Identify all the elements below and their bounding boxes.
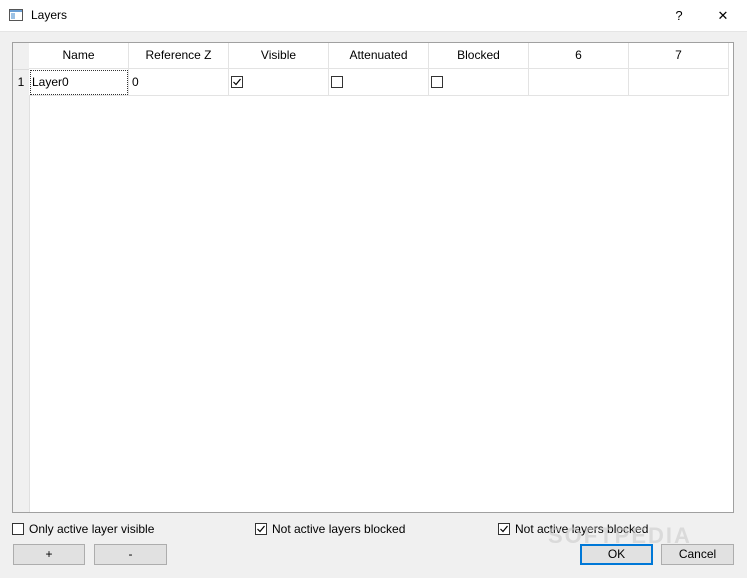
cell-6[interactable] [529,69,629,96]
not-active-layers-blocked-checkbox[interactable] [255,523,267,535]
layers-table: Name Reference Z Visible Attenuated Bloc… [12,42,734,513]
column-header-7[interactable]: 7 [629,43,729,69]
cell-attenuated[interactable] [329,69,429,96]
remove-layer-button[interactable]: - [94,544,167,565]
not-active-layers-blocked-label-2: Not active layers blocked [515,522,649,536]
column-header-name[interactable]: Name [29,43,129,69]
ok-button[interactable]: OK [580,544,653,565]
not-active-layers-blocked-checkbox-2[interactable] [498,523,510,535]
not-active-layers-blocked-label: Not active layers blocked [272,522,406,536]
column-header-reference-z[interactable]: Reference Z [129,43,229,69]
table-corner[interactable] [13,43,29,70]
help-button[interactable]: ? [659,0,699,31]
cell-blocked[interactable] [429,69,529,96]
only-active-layer-visible-checkbox[interactable] [12,523,24,535]
close-button[interactable]: ✕ [703,0,743,31]
row-header-column [13,43,30,512]
attenuated-checkbox[interactable] [331,76,343,88]
row-header-1[interactable]: 1 [13,69,29,95]
column-header-6[interactable]: 6 [529,43,629,69]
cancel-button[interactable]: Cancel [661,544,734,565]
title-bar: Layers ? ✕ [0,0,747,32]
cell-7[interactable] [629,69,729,96]
column-header-visible[interactable]: Visible [229,43,329,69]
checkmark-icon [500,525,508,533]
cell-reference-z[interactable]: 0 [129,69,229,96]
visible-checkbox[interactable] [231,76,243,88]
window-title: Layers [31,8,68,22]
window-icon [9,9,23,21]
column-header-attenuated[interactable]: Attenuated [329,43,429,69]
only-active-layer-visible-label: Only active layer visible [29,522,155,536]
cell-visible[interactable] [229,69,329,96]
checkmark-icon [257,525,265,533]
blocked-checkbox[interactable] [431,76,443,88]
column-header-blocked[interactable]: Blocked [429,43,529,69]
cell-name[interactable]: Layer0 [29,69,129,96]
checkmark-icon [233,78,241,86]
add-layer-button[interactable]: + [13,544,85,565]
